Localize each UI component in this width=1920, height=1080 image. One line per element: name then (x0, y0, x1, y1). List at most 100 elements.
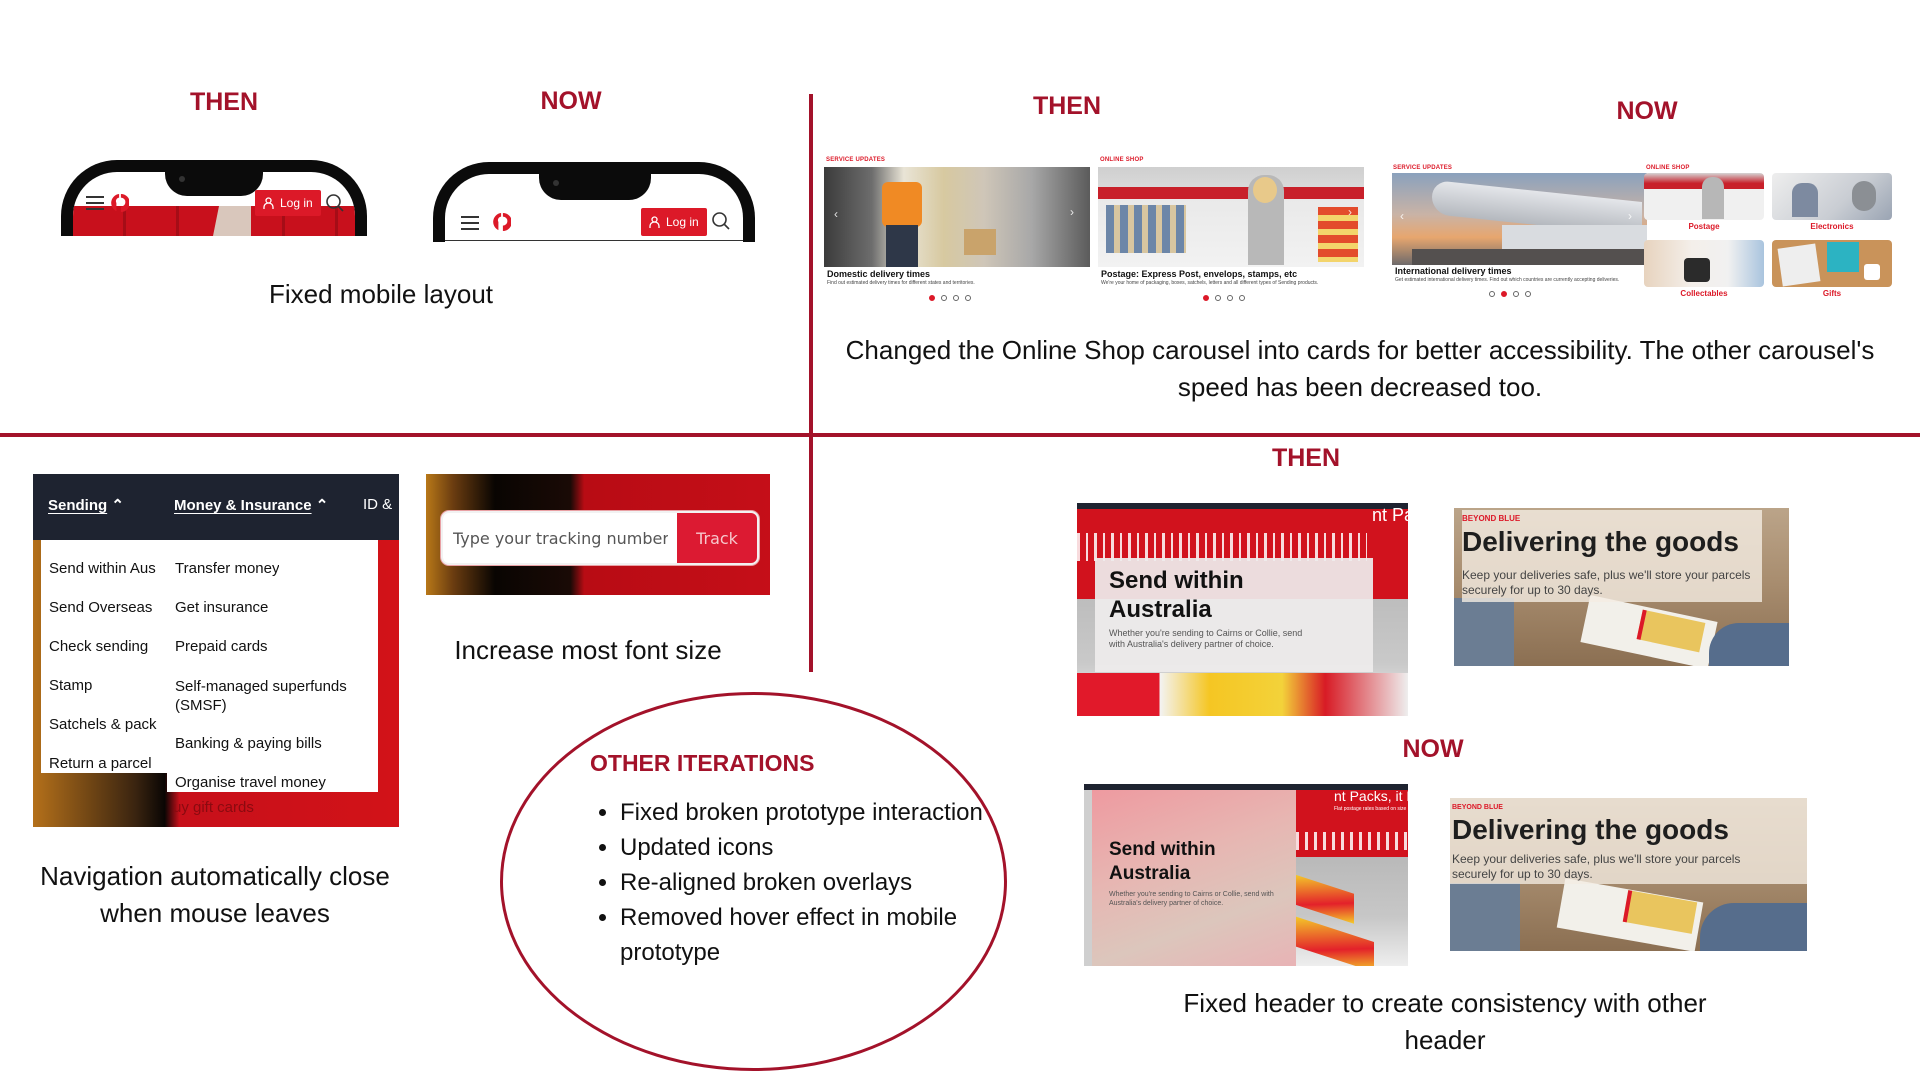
beyond-blue-label: BEYOND BLUE (1462, 514, 1521, 523)
carousel-then-service-updates: SERVICE UPDATES ‹ › Domestic delivery ti… (824, 157, 1090, 307)
mobile-now-screenshot: Log in (413, 140, 764, 242)
shop-card-label: Collectables (1680, 289, 1728, 298)
money-insurance-menu: Transfer money Get insurance Prepaid car… (167, 540, 378, 792)
menu-item[interactable]: Self-managed superfunds (SMSF) (175, 677, 375, 715)
chevron-up-icon: ⌃ (315, 497, 329, 514)
carousel-dot[interactable] (1513, 291, 1519, 297)
carousel-next-icon[interactable]: › (1628, 209, 1632, 223)
menu-item[interactable]: Get insurance (175, 599, 268, 616)
send-within-now: nt Packs, it P Flat postage rates based … (1084, 784, 1408, 966)
search-icon[interactable] (325, 193, 345, 213)
menu-item[interactable]: Check sending (49, 638, 173, 655)
login-button[interactable]: Log in (255, 190, 321, 216)
carousel-dot[interactable] (965, 295, 971, 301)
carousel-dot[interactable] (941, 295, 947, 301)
menu-item[interactable]: Stamp (49, 677, 173, 694)
carousel-dots[interactable] (1489, 291, 1531, 297)
carousel-dot[interactable] (1215, 295, 1221, 301)
carousel-description: Get estimated international delivery tim… (1395, 277, 1620, 283)
shop-card-electronics[interactable]: Electronics (1772, 173, 1892, 233)
menu-item[interactable]: Banking & paying bills (175, 735, 322, 752)
carousel-next-icon[interactable]: › (1348, 205, 1352, 219)
carousel-dots[interactable] (929, 295, 971, 301)
delivering-description: Keep your deliveries safe, plus we'll st… (1452, 852, 1741, 881)
carousel-dot[interactable] (1525, 291, 1531, 297)
send-title: Send within Australia (1109, 567, 1244, 623)
nav-item-id[interactable]: ID & (363, 496, 392, 513)
carousel-next-icon[interactable]: › (1070, 205, 1074, 219)
auspost-logo-icon (493, 213, 511, 231)
header-caption: Fixed header to create consistency with … (1183, 988, 1707, 1055)
iteration-item: Re-aligned broken overlays (620, 865, 990, 900)
beyond-blue-label: BEYOND BLUE (1452, 804, 1503, 811)
delivering-then: BEYOND BLUE Delivering the goods Keep yo… (1454, 508, 1789, 666)
shop-card-collectables[interactable]: Collectables (1644, 240, 1764, 300)
online-shop-cards: ONLINE SHOP Postage Electronics Collecta… (1644, 165, 1894, 305)
carousel-dot[interactable] (1227, 295, 1233, 301)
carousel-dots[interactable] (1203, 295, 1245, 301)
carousel-dot-active[interactable] (1203, 295, 1209, 301)
text-overlay: BEYOND BLUE Delivering the goods Keep yo… (1462, 510, 1762, 602)
header-then-label: THEN (1271, 444, 1341, 472)
header-now-label: NOW (1402, 735, 1464, 763)
carousel-prev-icon[interactable]: ‹ (1400, 209, 1404, 223)
vertical-divider (809, 94, 813, 672)
text-overlay: Send within Australia Whether you're sen… (1095, 558, 1373, 672)
shop-card-label: Electronics (1810, 222, 1854, 231)
carousel-dot[interactable] (1489, 291, 1495, 297)
nav-bar (1077, 503, 1408, 509)
menu-item[interactable]: Satchels & pack (49, 716, 173, 733)
carousel-dot[interactable] (1239, 295, 1245, 301)
mobile-then-screenshot: Log in (33, 144, 371, 236)
iteration-item: Fixed broken prototype interaction (620, 795, 990, 830)
hamburger-menu-icon[interactable] (86, 196, 104, 210)
carousel-dot-active[interactable] (1501, 291, 1507, 297)
send-description: Whether you're sending to Cairns or Coll… (1109, 891, 1274, 907)
tracking-form: Track (441, 511, 759, 565)
nav-item-sending[interactable]: Sending ⌃ (48, 496, 124, 514)
shop-card-postage[interactable]: Postage (1644, 173, 1764, 233)
menu-item[interactable]: Prepaid cards (175, 638, 268, 655)
carousel-description: Find out estimated delivery times for di… (827, 280, 975, 286)
user-icon (263, 197, 274, 209)
shop-card-gifts[interactable]: Gifts (1772, 240, 1892, 300)
send-within-then: nt Pa Send within Australia Whether you'… (1077, 503, 1408, 716)
user-icon (649, 216, 660, 228)
carousel-image: ‹ › (1392, 173, 1647, 265)
menu-item[interactable]: Send within Aus (49, 560, 173, 577)
menu-item[interactable]: Send Overseas (49, 599, 173, 616)
mobile-now-label: NOW (540, 87, 602, 115)
carousel-image: › (1098, 167, 1364, 267)
mobile-then-label: THEN (189, 88, 259, 116)
carousel-dot-active[interactable] (929, 295, 935, 301)
iteration-item: Removed hover effect in mobile prototype (620, 900, 990, 970)
track-button[interactable]: Track (677, 513, 757, 563)
menu-item[interactable]: Transfer money (175, 560, 279, 577)
shop-card-label: Gifts (1822, 289, 1842, 298)
tracking-number-input[interactable] (453, 513, 668, 563)
menu-item[interactable]: Return a parcel (49, 755, 173, 772)
menu-item[interactable]: Organise travel money (175, 774, 326, 791)
iteration-item: Updated icons (620, 830, 990, 865)
text-overlay: BEYOND BLUE Delivering the goods Keep yo… (1450, 798, 1807, 884)
carousel-then-online-shop: ONLINE SHOP › Postage: Express Post, env… (1098, 157, 1364, 307)
login-label: Log in (280, 196, 313, 210)
search-icon[interactable] (711, 211, 731, 231)
auspost-logo-icon (111, 194, 129, 212)
carousel-image: ‹ › (824, 167, 1090, 267)
carousel-dot[interactable] (953, 295, 959, 301)
delivering-title: Delivering the goods (1462, 526, 1739, 557)
background-sign-subtext: Flat postage rates based on size (1334, 806, 1407, 812)
login-button[interactable]: Log in (641, 208, 707, 236)
carousel-title: International delivery times (1395, 266, 1512, 276)
delivering-now: BEYOND BLUE Delivering the goods Keep yo… (1450, 798, 1807, 951)
section-label: ONLINE SHOP (1646, 165, 1690, 171)
delivering-description: Keep your deliveries safe, plus we'll st… (1462, 568, 1751, 597)
carousel-now-service-updates: SERVICE UPDATES ‹ › International delive… (1392, 165, 1647, 305)
carousel-title: Postage: Express Post, envelops, stamps,… (1101, 269, 1298, 279)
nav-item-money-insurance[interactable]: Money & Insurance ⌃ (174, 496, 328, 514)
hamburger-menu-icon[interactable] (461, 216, 479, 230)
carousel-prev-icon[interactable]: ‹ (834, 207, 838, 221)
shop-card-label: Postage (1688, 222, 1720, 231)
navigation-caption: Navigation automatically close when mous… (40, 861, 390, 928)
